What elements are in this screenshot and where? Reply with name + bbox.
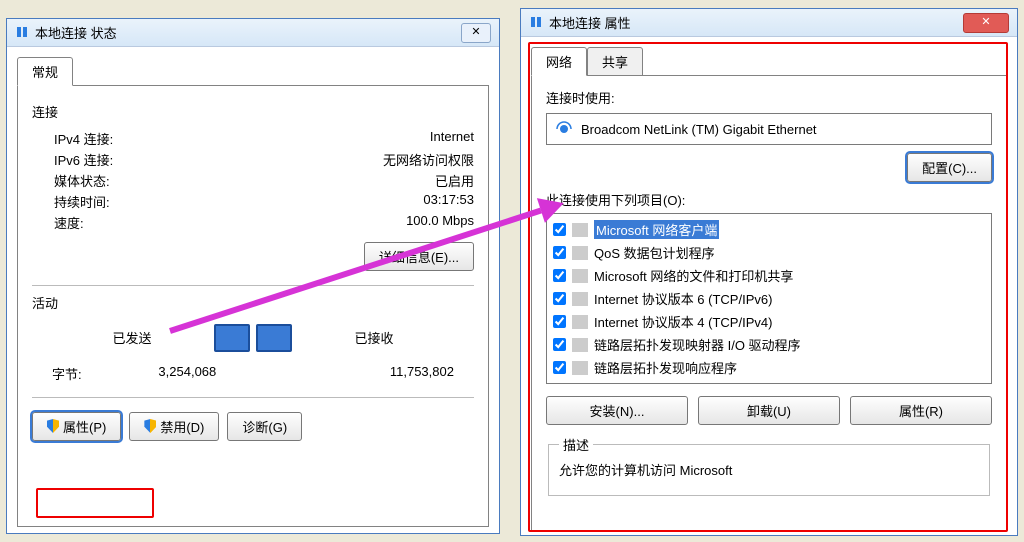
network-icon [15, 26, 29, 40]
component-icon [572, 269, 588, 283]
list-item[interactable]: Microsoft 网络客户端 [553, 218, 985, 241]
items-list[interactable]: Microsoft 网络客户端 QoS 数据包计划程序 Microsoft 网络的文… [546, 213, 992, 384]
description-text: 允许您的计算机访问 Microsoft [559, 463, 732, 478]
section-connection-label: 连接 [32, 102, 474, 121]
close-button[interactable]: ✕ [963, 13, 1009, 33]
adapter-name: Broadcom NetLink (TM) Gigabit Ethernet [581, 122, 817, 137]
list-item[interactable]: QoS 数据包计划程序 [553, 241, 985, 264]
list-item[interactable]: Microsoft 网络的文件和打印机共享 [553, 264, 985, 287]
uninstall-button[interactable]: 卸载(U) [698, 396, 840, 425]
ipv6-label: IPv6 连接: [54, 150, 113, 169]
ipv6-value: 无网络访问权限 [383, 150, 474, 169]
bytes-sent: 3,254,068 [158, 364, 216, 383]
adapter-icon [555, 120, 573, 138]
tabs: 网络 共享 [531, 47, 1007, 76]
item-checkbox[interactable] [553, 246, 566, 259]
component-icon [572, 361, 588, 375]
item-checkbox[interactable] [553, 223, 566, 236]
list-item[interactable]: Internet 协议版本 4 (TCP/IPv4) [553, 310, 985, 333]
component-icon [572, 223, 588, 237]
properties-button[interactable]: 属性(P) [32, 412, 121, 441]
titlebar-status[interactable]: 本地连接 状态 ✕ [7, 19, 499, 47]
media-value: 已启用 [435, 171, 474, 190]
properties-button-label: 属性(P) [63, 417, 106, 436]
bytes-recv: 11,753,802 [390, 364, 454, 383]
close-button[interactable]: ✕ [461, 23, 491, 43]
item-label: 链路层拓扑发现响应程序 [594, 358, 737, 377]
disable-button[interactable]: 禁用(D) [129, 412, 219, 441]
item-label: Microsoft 网络客户端 [594, 220, 719, 239]
tab-general[interactable]: 常规 [17, 57, 73, 86]
window-properties: 本地连接 属性 ✕ 网络 共享 连接时使用: Broadcom NetLink … [520, 8, 1018, 536]
window-title: 本地连接 属性 [549, 13, 957, 32]
item-properties-button[interactable]: 属性(R) [850, 396, 992, 425]
shield-icon [47, 419, 59, 433]
diagnose-button[interactable]: 诊断(G) [227, 412, 302, 441]
items-label: 此连接使用下列项目(O): [546, 190, 992, 209]
monitor-sent-icon [214, 324, 250, 352]
item-label: QoS 数据包计划程序 [594, 243, 715, 262]
description-label: 描述 [559, 435, 593, 454]
component-icon [572, 246, 588, 260]
item-label: 链路层拓扑发现映射器 I/O 驱动程序 [594, 335, 801, 354]
sent-label: 已发送 [50, 328, 214, 347]
description-group: 描述 允许您的计算机访问 Microsoft [548, 435, 990, 496]
tab-network[interactable]: 网络 [531, 47, 587, 76]
item-checkbox[interactable] [553, 315, 566, 328]
adapter-field: Broadcom NetLink (TM) Gigabit Ethernet [546, 113, 992, 145]
ipv4-value: Internet [430, 129, 474, 148]
item-checkbox[interactable] [553, 338, 566, 351]
activity-icon [214, 324, 292, 352]
duration-label: 持续时间: [54, 192, 110, 211]
tab-share[interactable]: 共享 [587, 47, 643, 76]
speed-label: 速度: [54, 213, 84, 232]
list-item[interactable]: 链路层拓扑发现响应程序 [553, 356, 985, 379]
ipv4-label: IPv4 连接: [54, 129, 113, 148]
item-checkbox[interactable] [553, 292, 566, 305]
titlebar-properties[interactable]: 本地连接 属性 ✕ [521, 9, 1017, 37]
component-icon [572, 338, 588, 352]
shield-icon [144, 419, 156, 433]
media-label: 媒体状态: [54, 171, 110, 190]
component-icon [572, 292, 588, 306]
recv-label: 已接收 [292, 328, 456, 347]
list-item[interactable]: 链路层拓扑发现映射器 I/O 驱动程序 [553, 333, 985, 356]
bytes-label: 字节: [52, 364, 82, 383]
component-icon [572, 315, 588, 329]
tabs: 常规 [17, 57, 489, 86]
item-checkbox[interactable] [553, 269, 566, 282]
disable-button-label: 禁用(D) [160, 417, 204, 436]
install-button[interactable]: 安装(N)... [546, 396, 688, 425]
list-item[interactable]: Internet 协议版本 6 (TCP/IPv6) [553, 287, 985, 310]
item-label: Internet 协议版本 4 (TCP/IPv4) [594, 312, 772, 331]
speed-value: 100.0 Mbps [406, 213, 474, 232]
item-label: Microsoft 网络的文件和打印机共享 [594, 266, 793, 285]
connect-using-label: 连接时使用: [546, 88, 992, 107]
window-title: 本地连接 状态 [35, 23, 455, 42]
item-checkbox[interactable] [553, 361, 566, 374]
item-label: Internet 协议版本 6 (TCP/IPv6) [594, 289, 772, 308]
configure-button[interactable]: 配置(C)... [907, 153, 992, 182]
monitor-recv-icon [256, 324, 292, 352]
duration-value: 03:17:53 [423, 192, 474, 211]
network-icon [529, 16, 543, 30]
window-status: 本地连接 状态 ✕ 常规 连接 IPv4 连接: Internet IPv6 连接… [6, 18, 500, 534]
